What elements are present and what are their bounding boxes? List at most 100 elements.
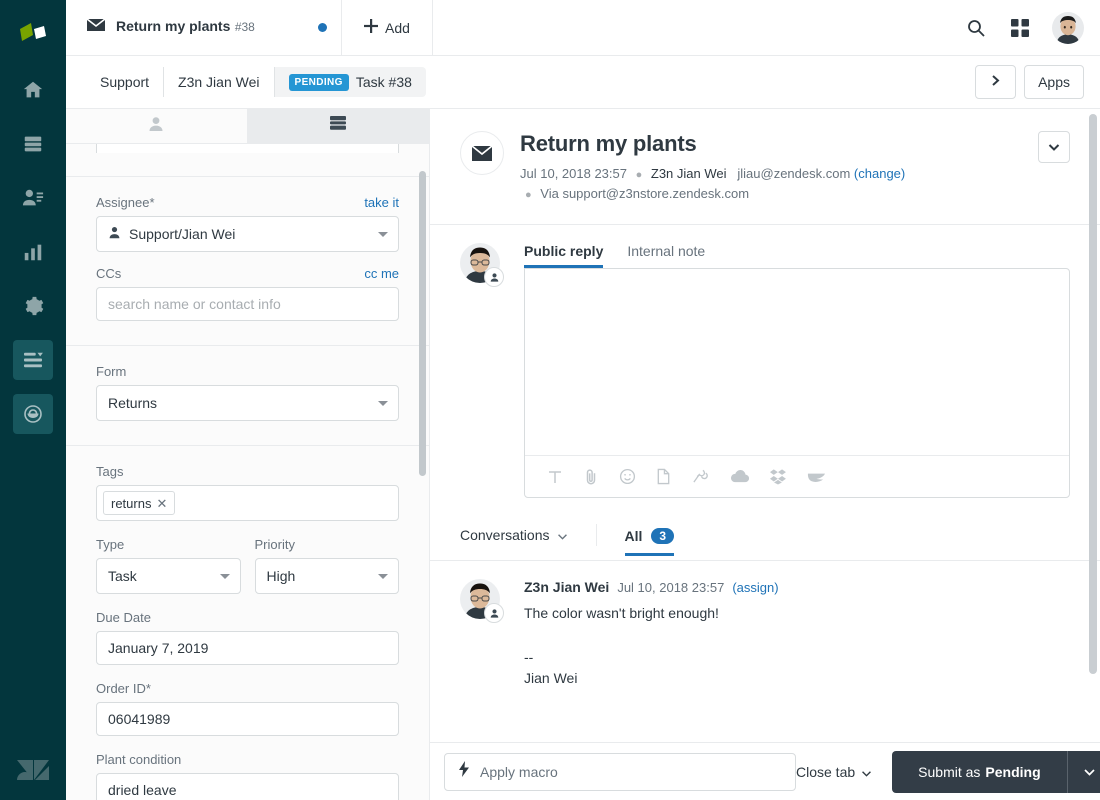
ccs-label: CCs [96,266,122,281]
type-label: Type [96,537,125,552]
type-value: Task [108,568,137,584]
form-section: Form Returns [66,346,429,446]
sidebar-item-apps-tray[interactable] [13,394,53,434]
zendesk-products-logo[interactable] [18,12,48,56]
ccs-input[interactable]: search name or contact info [96,287,399,321]
composer-box [524,268,1070,499]
chevron-down-icon [219,574,230,579]
priority-value: High [266,568,296,584]
priority-select[interactable]: High [254,558,399,594]
chevron-down-icon [378,574,388,579]
attachment-icon[interactable] [583,468,599,486]
sidebar-item-views[interactable] [13,124,53,164]
ticket-date: Jul 10, 2018 23:57 [520,166,627,181]
apps-button[interactable]: Apps [1024,65,1084,99]
properties-scrollbar[interactable] [419,171,426,476]
google-drive-icon[interactable] [730,469,749,484]
plant-condition-label: Plant condition [96,752,182,767]
article-icon[interactable] [656,468,671,485]
envelope-icon [460,131,504,175]
tags-input[interactable]: returns ✕ [96,485,399,521]
sidebar-item-home[interactable] [13,70,53,110]
composer-main: Public reply Internal note [524,243,1070,499]
breadcrumb-item-ticket[interactable]: PENDING Task #38 [274,67,426,97]
tag-chip[interactable]: returns ✕ [103,491,176,515]
filter-divider [595,524,597,547]
submit-button[interactable]: Submit as Pending [892,750,1067,793]
end-user-icon [484,267,504,288]
grid-apps-icon[interactable] [1000,8,1040,48]
assignee-value: Support/Jian Wei [129,226,236,242]
tab-public-reply[interactable]: Public reply [524,243,603,268]
emoji-icon[interactable] [619,468,636,485]
tab-user-profile[interactable] [66,109,248,143]
tab-all-events[interactable]: All 3 [625,528,675,556]
close-tab-button[interactable]: Close tab [796,764,872,780]
apply-macro-placeholder: Apply macro [480,763,558,780]
end-user-icon [484,603,504,624]
link-pin-icon[interactable] [691,468,710,485]
form-select[interactable]: Returns [96,385,399,421]
comment-date: Jul 10, 2018 23:57 [617,580,725,596]
ticket-properties-panel: Assignee* take it Support/Jian Wei CCs c… [66,109,430,800]
priority-label: Priority [254,537,295,552]
apps-button-label: Apps [1038,74,1070,90]
section-divider [66,153,429,177]
ticket-options-button[interactable] [1038,131,1070,163]
clipped-field-above[interactable] [96,144,399,153]
sidebar-item-ticket-views-panel[interactable] [13,340,53,380]
ticket-requester: Z3n Jian Wei [650,166,727,181]
dropbox-icon[interactable] [769,468,787,485]
search-icon[interactable] [956,8,996,48]
cc-me-link[interactable]: cc me [364,266,399,281]
sidebar-item-admin[interactable] [13,286,53,326]
agent-icon [108,226,121,242]
tab-subtitle: #38 [234,20,255,35]
change-requester-link[interactable]: (change) [854,166,905,181]
submit-prefix: Submit as [918,763,981,780]
body-split: Assignee* take it Support/Jian Wei CCs c… [66,109,1100,800]
box-icon[interactable] [807,470,826,484]
tab-ticket-properties[interactable] [247,109,429,143]
open-ticket-tab[interactable]: Return my plants #38 [66,0,342,55]
comment-header: Z3n Jian Wei Jul 10, 2018 23:57 (assign) [524,579,1070,595]
sidebar-item-reporting[interactable] [13,232,53,272]
sidebar-item-customers[interactable] [13,178,53,218]
avatar[interactable] [1052,11,1084,44]
meta-separator: ● [525,189,532,202]
text-format-icon[interactable] [547,469,563,485]
type-select[interactable]: Task [96,558,241,594]
expand-panel-button[interactable] [975,65,1017,99]
close-icon[interactable]: ✕ [156,497,167,510]
conversations-filter[interactable]: Conversations [460,527,568,557]
add-tab-button[interactable]: Add [342,0,433,55]
close-tab-label: Close tab [796,763,856,780]
submit-status: Pending [985,763,1041,780]
submit-options-button[interactable] [1066,750,1100,793]
due-date-input[interactable]: January 7, 2019 [96,631,399,665]
composer-tabs: Public reply Internal note [524,243,1070,268]
page-title: Return my plants [520,131,697,156]
breadcrumb-item-requester[interactable]: Z3n Jian Wei [164,67,275,97]
tab-internal-note[interactable]: Internal note [627,243,705,268]
comment-text: The color wasn't bright enough! -- Jian … [524,605,719,687]
assign-link[interactable]: (assign) [732,580,778,595]
due-date-field: Due Date January 7, 2019 [96,610,399,665]
apply-macro-input[interactable]: Apply macro [444,752,796,791]
order-id-input[interactable]: 06041989 [96,702,399,736]
assignee-select[interactable]: Support/Jian Wei [96,216,399,252]
left-nav-rail [0,0,66,800]
composer-avatar-wrap [460,243,506,498]
ticket-fields-section: Tags returns ✕ Type Task Priority High D… [66,446,429,800]
type-priority-row: Type Task Priority High [96,537,399,594]
main-column: Return my plants #38 Add Support Z3n Jia… [66,0,1100,800]
plant-condition-input[interactable]: dried leave [96,773,399,800]
take-it-link[interactable]: take it [364,195,399,210]
ticket-email: jliau@zendesk.com [737,166,851,181]
reply-textarea[interactable] [525,269,1069,455]
breadcrumb-item-support[interactable]: Support [86,67,165,97]
comment-avatar-wrap [460,579,506,690]
ticket-scrollbar[interactable] [1089,114,1097,674]
conversation-filter-bar: Conversations All 3 [430,498,1100,562]
